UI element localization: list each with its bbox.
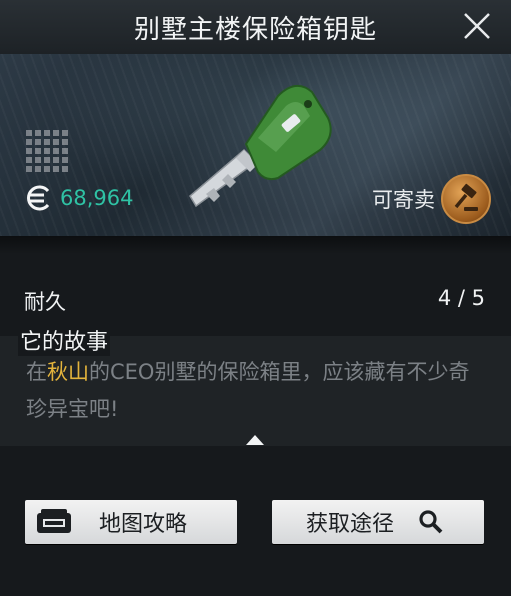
item-preview: 68,964 可寄卖 [0, 54, 511, 236]
story-text-rest: 的CEO别墅的保险箱里，应该藏有不少奇珍异宝吧! [26, 360, 470, 421]
durability-label: 耐久 [24, 290, 66, 314]
sellable-status[interactable]: 可寄卖 [372, 174, 491, 224]
price-display: 68,964 [24, 184, 133, 212]
grid-size-icon [26, 130, 68, 172]
header-bar: 别墅主楼保险箱钥匙 [0, 0, 511, 54]
story-heading: 它的故事 [18, 324, 111, 356]
map-icon [37, 509, 71, 533]
search-icon [419, 510, 443, 534]
expand-arrow-icon[interactable] [245, 434, 265, 446]
obtain-route-button[interactable]: 获取途径 [272, 500, 484, 544]
map-guide-label: 地图攻略 [99, 512, 188, 537]
key-item-image [189, 85, 332, 208]
sellable-label: 可寄卖 [372, 188, 435, 212]
obtain-route-label: 获取途径 [306, 512, 395, 537]
story-text: 在秋山的CEO别墅的保险箱里，应该藏有不少奇珍异宝吧! [26, 354, 486, 428]
story-location-highlight: 秋山 [47, 360, 89, 384]
durability-value: 4 / 5 [437, 286, 485, 310]
bottom-bar [0, 572, 511, 596]
story-text-start: 在 [26, 360, 47, 384]
map-guide-button[interactable]: 地图攻略 [25, 500, 237, 544]
price-value: 68,964 [60, 186, 134, 210]
auction-hammer-icon[interactable] [441, 174, 491, 224]
close-icon[interactable] [461, 10, 493, 42]
item-title: 别墅主楼保险箱钥匙 [133, 14, 377, 45]
section-divider [0, 236, 511, 254]
currency-icon [27, 185, 50, 211]
